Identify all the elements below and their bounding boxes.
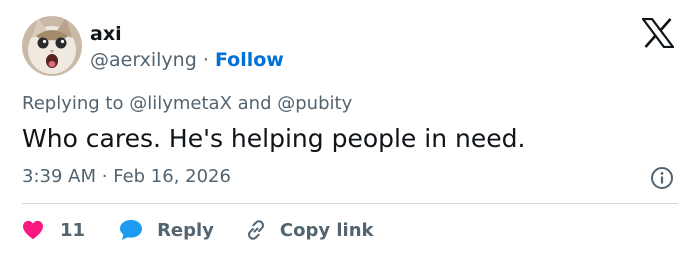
reply-joiner: and bbox=[237, 93, 272, 114]
reply-button[interactable]: Reply bbox=[119, 219, 214, 241]
x-logo-icon[interactable] bbox=[642, 18, 674, 48]
reply-label: Reply bbox=[157, 219, 214, 241]
mention-pubity[interactable]: @pubity bbox=[277, 93, 352, 114]
tweet-timestamp[interactable]: 3:39 AM · Feb 16, 2026 bbox=[22, 165, 231, 189]
handle-separator: · bbox=[202, 49, 209, 71]
tweet-date: Feb 16, 2026 bbox=[113, 166, 231, 187]
action-bar: 11 Reply Copy link bbox=[22, 216, 374, 244]
mention-lilymetax[interactable]: @lilymetaX bbox=[129, 93, 232, 114]
display-name[interactable]: axi bbox=[90, 22, 122, 46]
copy-link-label: Copy link bbox=[279, 219, 374, 241]
copy-link-button[interactable]: Copy link bbox=[244, 218, 374, 242]
reply-context: Replying to @lilymetaX and @pubity bbox=[22, 92, 352, 116]
avatar[interactable] bbox=[22, 16, 82, 76]
link-icon bbox=[247, 220, 264, 240]
meta-separator: · bbox=[101, 166, 108, 187]
info-icon[interactable] bbox=[650, 166, 674, 190]
user-handle[interactable]: @aerxilyng bbox=[90, 49, 197, 71]
divider bbox=[22, 203, 678, 204]
speech-bubble-icon bbox=[120, 220, 143, 240]
heart-icon bbox=[23, 220, 43, 240]
tweet-time: 3:39 AM bbox=[22, 166, 96, 187]
reply-prefix: Replying to bbox=[22, 93, 124, 114]
handle-row: @aerxilyng · Follow bbox=[90, 48, 284, 72]
like-button[interactable]: 11 bbox=[22, 220, 85, 241]
like-count: 11 bbox=[60, 219, 86, 241]
avatar-image bbox=[22, 16, 82, 76]
tweet-text: Who cares. He's helping people in need. bbox=[22, 124, 526, 153]
follow-button[interactable]: Follow bbox=[215, 49, 284, 71]
